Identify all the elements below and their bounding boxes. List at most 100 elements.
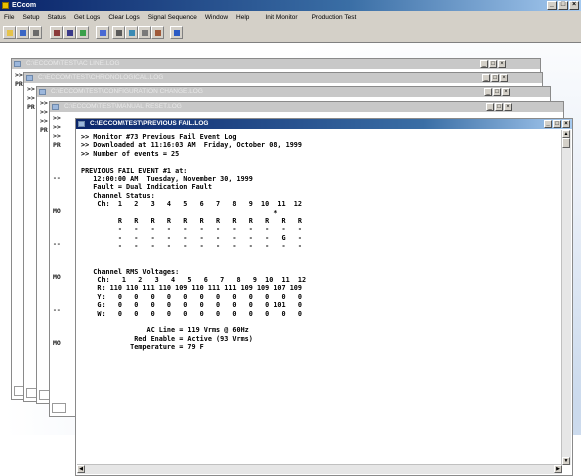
- help-icon: [174, 30, 180, 36]
- child-titlebar[interactable]: C:\ECCOM\TEST\CHRONOLOGICAL.LOG _ □ ×: [24, 73, 542, 83]
- child-minimize-button[interactable]: _: [486, 103, 494, 111]
- scroll-thumb[interactable]: [562, 138, 570, 148]
- menu-signal-sequence[interactable]: Signal Sequence: [144, 14, 201, 21]
- save-button[interactable]: [16, 26, 29, 39]
- help-button[interactable]: [170, 26, 183, 39]
- menu-production-test[interactable]: Production Test: [308, 14, 361, 21]
- child-maximize-button[interactable]: □: [489, 60, 497, 68]
- clear-button[interactable]: [96, 26, 109, 39]
- tool-b-button[interactable]: [63, 26, 76, 39]
- window-controls: _ □ ×: [547, 1, 579, 10]
- child-close-button[interactable]: ×: [498, 60, 506, 68]
- child-window-controls: _ □ ×: [544, 120, 570, 128]
- child-close-button[interactable]: ×: [502, 88, 510, 96]
- child-body-text: >> >> PR: [27, 85, 35, 112]
- open-button[interactable]: [3, 26, 16, 39]
- child-minimize-button[interactable]: _: [482, 74, 490, 82]
- child-titlebar[interactable]: C:\ECCOM\TEST\AC LINE.LOG _ □ ×: [12, 59, 540, 69]
- vertical-scrollbar[interactable]: ▲ ▼: [561, 130, 571, 465]
- print-icon: [33, 30, 39, 36]
- child-close-button[interactable]: ×: [504, 103, 512, 111]
- child-titlebar[interactable]: C:\ECCOM\TEST\MANUAL RESET.LOG _ □ ×: [50, 102, 563, 112]
- monitor-icon: [129, 30, 135, 36]
- scroll-up-icon[interactable]: ▲: [562, 130, 570, 138]
- tool-a-button[interactable]: [50, 26, 63, 39]
- child-title: C:\ECCOM\TEST\CONFIGURATION CHANGE.LOG: [51, 88, 203, 95]
- child-maximize-button[interactable]: □: [493, 88, 501, 96]
- log-line-prefix: >>: [53, 123, 61, 131]
- menu-help[interactable]: Help: [232, 14, 253, 21]
- log-line-prefix: --: [53, 174, 61, 182]
- scroll-left-icon[interactable]: ◀: [77, 465, 85, 473]
- child-window-controls: _ □ ×: [484, 88, 510, 96]
- reset-icon: [155, 30, 161, 36]
- child-minimize-button[interactable]: _: [484, 88, 492, 96]
- log-line-prefix: MO: [53, 339, 61, 347]
- menu-bar: File Setup Status Get Logs Clear Logs Signal …: [0, 11, 581, 24]
- mdi-workspace: C:\ECCOM\TEST\AC LINE.LOG _ □ × >> PR C:\ECCOM…: [3, 54, 581, 476]
- clear-icon: [100, 30, 106, 36]
- monitor-button[interactable]: [125, 26, 138, 39]
- log-line-prefix: >>: [40, 99, 48, 107]
- child-body-text: >> >> >> PR -- MO -- MO -- MO: [53, 114, 61, 348]
- child-window-controls: _ □ ×: [486, 103, 512, 111]
- close-button[interactable]: ×: [569, 1, 579, 10]
- child-close-button[interactable]: ×: [500, 74, 508, 82]
- checkmark-button[interactable]: [76, 26, 89, 39]
- log-line-prefix: --: [53, 240, 61, 248]
- horizontal-scrollbar[interactable]: ◀ ▶: [77, 464, 562, 474]
- tool-b-icon: [67, 30, 73, 36]
- list-icon: [116, 30, 122, 36]
- child-minimize-button[interactable]: _: [480, 60, 488, 68]
- menu-status[interactable]: Status: [43, 14, 69, 21]
- save-icon: [20, 30, 26, 36]
- maximize-button[interactable]: □: [558, 1, 568, 10]
- app-window: ECcom _ □ × File Setup Status Get Logs Clear…: [0, 0, 581, 476]
- document-icon: [39, 89, 46, 95]
- grid-button[interactable]: [138, 26, 151, 39]
- child-title: C:\ECCOM\TEST\AC LINE.LOG: [26, 60, 120, 67]
- menu-clear-logs[interactable]: Clear Logs: [104, 14, 143, 21]
- log-line-prefix: PR: [40, 126, 48, 134]
- log-line-prefix: >>: [40, 117, 48, 125]
- log-line-prefix: PR: [53, 141, 61, 149]
- print-button[interactable]: [29, 26, 42, 39]
- menu-init-monitor[interactable]: Init Monitor: [261, 14, 301, 21]
- grid-icon: [142, 30, 148, 36]
- log-line-prefix: MO: [53, 207, 61, 215]
- child-window-previous-fail[interactable]: C:\ECCOM\TEST\PREVIOUS FAIL.LOG _ □ × >>…: [75, 118, 573, 476]
- scroll-down-icon[interactable]: ▼: [562, 457, 570, 465]
- minimize-button[interactable]: _: [547, 1, 557, 10]
- app-titlebar[interactable]: ECcom _ □ ×: [0, 0, 581, 11]
- menu-file[interactable]: File: [0, 14, 18, 21]
- child-close-button[interactable]: ×: [562, 120, 570, 128]
- child-maximize-button[interactable]: □: [553, 120, 561, 128]
- child-titlebar-active[interactable]: C:\ECCOM\TEST\PREVIOUS FAIL.LOG _ □ ×: [76, 119, 572, 129]
- scroll-right-icon[interactable]: ▶: [554, 465, 562, 473]
- child-window-controls: _ □ ×: [482, 74, 508, 82]
- log-line-prefix: >>: [53, 132, 61, 140]
- scroll-box[interactable]: [52, 403, 66, 413]
- list-button[interactable]: [112, 26, 125, 39]
- toolbar: [0, 24, 581, 43]
- child-minimize-button[interactable]: _: [544, 120, 552, 128]
- log-line-prefix: >>: [53, 114, 61, 122]
- child-maximize-button[interactable]: □: [491, 74, 499, 82]
- document-icon: [52, 104, 59, 110]
- child-window-controls: _ □ ×: [480, 60, 506, 68]
- menu-get-logs[interactable]: Get Logs: [70, 14, 104, 21]
- menu-window[interactable]: Window: [201, 14, 232, 21]
- log-line-prefix: --: [53, 306, 61, 314]
- child-titlebar[interactable]: C:\ECCOM\TEST\CONFIGURATION CHANGE.LOG _ □…: [37, 87, 550, 97]
- document-icon: [78, 121, 85, 127]
- app-icon: [2, 2, 9, 9]
- log-line-prefix: PR: [15, 80, 23, 88]
- menu-setup[interactable]: Setup: [18, 14, 43, 21]
- log-line-prefix: PR: [27, 103, 35, 111]
- log-line-prefix: MO: [53, 273, 61, 281]
- child-title: C:\ECCOM\TEST\MANUAL RESET.LOG: [64, 103, 182, 110]
- reset-button[interactable]: [151, 26, 164, 39]
- child-title: C:\ECCOM\TEST\PREVIOUS FAIL.LOG: [90, 120, 209, 127]
- child-body-text: >> PR: [15, 71, 23, 89]
- child-maximize-button[interactable]: □: [495, 103, 503, 111]
